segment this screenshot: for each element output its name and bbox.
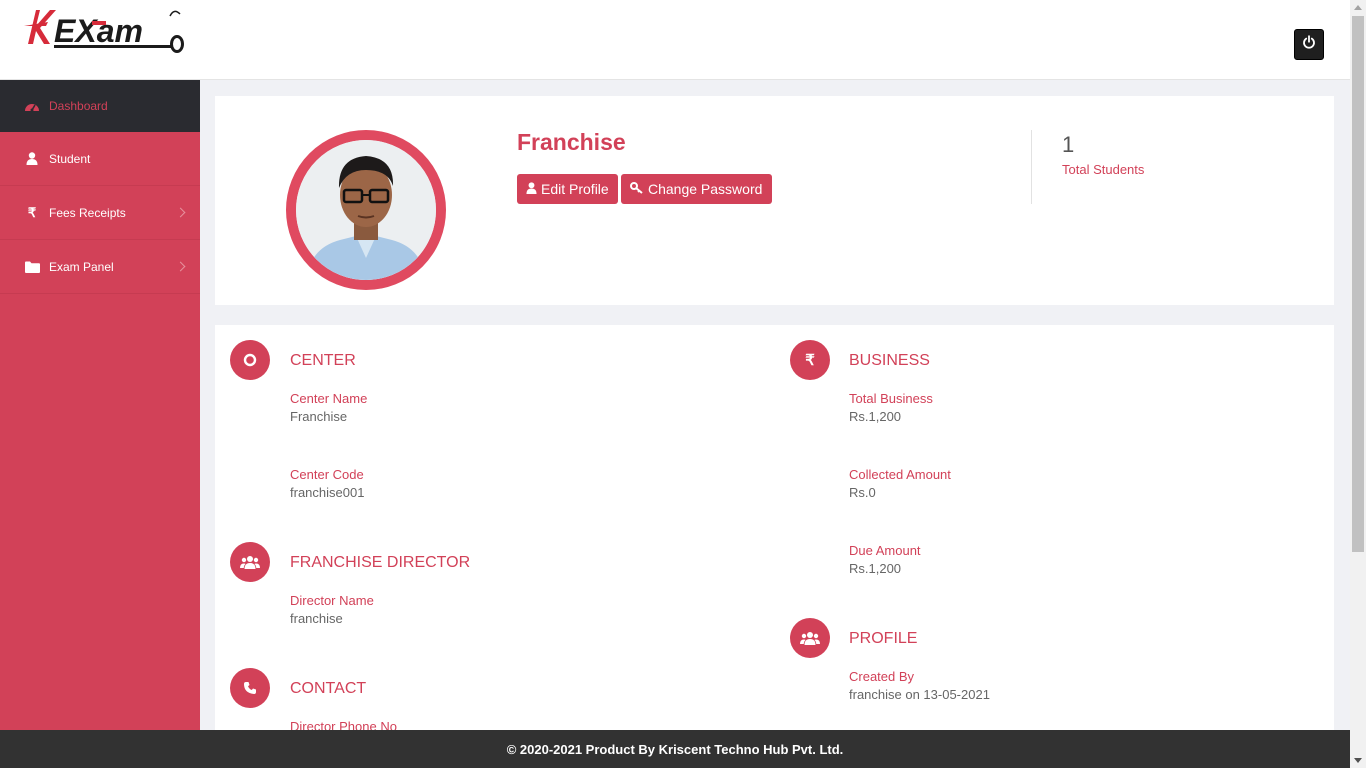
director-name-label: Director Name bbox=[290, 593, 374, 608]
center-code-value: franchise001 bbox=[290, 485, 365, 500]
profile-name: Franchise bbox=[517, 129, 626, 155]
users-icon bbox=[790, 618, 830, 658]
director-title: FRANCHISE DIRECTOR bbox=[290, 554, 471, 571]
director-name-value: franchise bbox=[290, 611, 343, 626]
center-circle-icon bbox=[230, 340, 270, 380]
sidebar-item-dashboard[interactable]: Dashboard bbox=[0, 80, 200, 132]
due-amount-value: Rs.1,200 bbox=[849, 561, 902, 576]
avatar bbox=[286, 130, 446, 290]
footer-text: © 2020-2021 Product By Kriscent Techno H… bbox=[506, 741, 844, 757]
logout-button[interactable] bbox=[1294, 29, 1324, 60]
folder-icon bbox=[24, 260, 40, 274]
sidebar-item-label: Dashboard bbox=[49, 99, 108, 113]
scroll-down-arrow[interactable] bbox=[1354, 758, 1362, 763]
user-icon bbox=[24, 152, 40, 166]
sidebar-item-student[interactable]: Student bbox=[0, 132, 200, 186]
sidebar-item-label: Fees Receipts bbox=[49, 205, 126, 220]
sidebar: Dashboard Student ₹ Fees Receipts Exam P… bbox=[0, 80, 200, 730]
footer: © 2020-2021 Product By Kriscent Techno H… bbox=[0, 730, 1350, 768]
brand-logo[interactable]: EXam bbox=[24, 4, 188, 56]
sidebar-item-label: Student bbox=[49, 151, 91, 166]
details-card: CENTER Center Name Franchise Center Code… bbox=[215, 325, 1334, 745]
users-icon bbox=[230, 542, 270, 582]
rupee-icon: ₹ bbox=[27, 204, 37, 220]
svg-text:EXam: EXam bbox=[54, 13, 143, 49]
profile-card: Franchise Edit Profile Change Password 1… bbox=[215, 96, 1334, 305]
chevron-right-icon bbox=[175, 207, 186, 217]
total-students-label: Total Students bbox=[1062, 162, 1145, 177]
edit-profile-button[interactable]: Edit Profile bbox=[517, 174, 618, 204]
total-students-count: 1 bbox=[1062, 132, 1075, 157]
center-title: CENTER bbox=[290, 352, 356, 369]
user-icon bbox=[526, 181, 541, 197]
chevron-right-icon bbox=[175, 261, 186, 271]
top-header: EXam bbox=[0, 0, 1350, 80]
phone-icon bbox=[230, 668, 270, 708]
total-business-label: Total Business bbox=[849, 391, 933, 406]
profile-title: PROFILE bbox=[849, 630, 918, 647]
scroll-up-arrow[interactable] bbox=[1354, 5, 1362, 10]
power-icon bbox=[1302, 35, 1316, 54]
page-scrollbar[interactable] bbox=[1350, 0, 1366, 768]
created-by-label: Created By bbox=[849, 669, 915, 684]
rupee-icon: ₹ bbox=[790, 340, 830, 380]
scroll-thumb[interactable] bbox=[1352, 16, 1364, 552]
sidebar-item-fees-receipts[interactable]: ₹ Fees Receipts bbox=[0, 186, 200, 240]
change-password-button[interactable]: Change Password bbox=[621, 174, 772, 204]
sidebar-item-label: Exam Panel bbox=[49, 259, 114, 274]
dashboard-icon bbox=[24, 99, 40, 113]
contact-title: CONTACT bbox=[290, 680, 367, 697]
created-by-value: franchise on 13-05-2021 bbox=[849, 687, 990, 702]
collected-amount-value: Rs.0 bbox=[849, 485, 876, 500]
change-password-label: Change Password bbox=[648, 181, 763, 197]
center-code-label: Center Code bbox=[290, 467, 364, 482]
divider bbox=[1031, 130, 1032, 204]
due-amount-label: Due Amount bbox=[849, 543, 921, 558]
total-business-value: Rs.1,200 bbox=[849, 409, 902, 424]
center-name-label: Center Name bbox=[290, 391, 368, 406]
center-name-value: Franchise bbox=[290, 409, 348, 424]
collected-amount-label: Collected Amount bbox=[849, 467, 951, 482]
edit-profile-label: Edit Profile bbox=[541, 181, 609, 197]
business-title: BUSINESS bbox=[849, 352, 930, 369]
key-icon bbox=[630, 181, 648, 197]
sidebar-item-exam-panel[interactable]: Exam Panel bbox=[0, 240, 200, 294]
